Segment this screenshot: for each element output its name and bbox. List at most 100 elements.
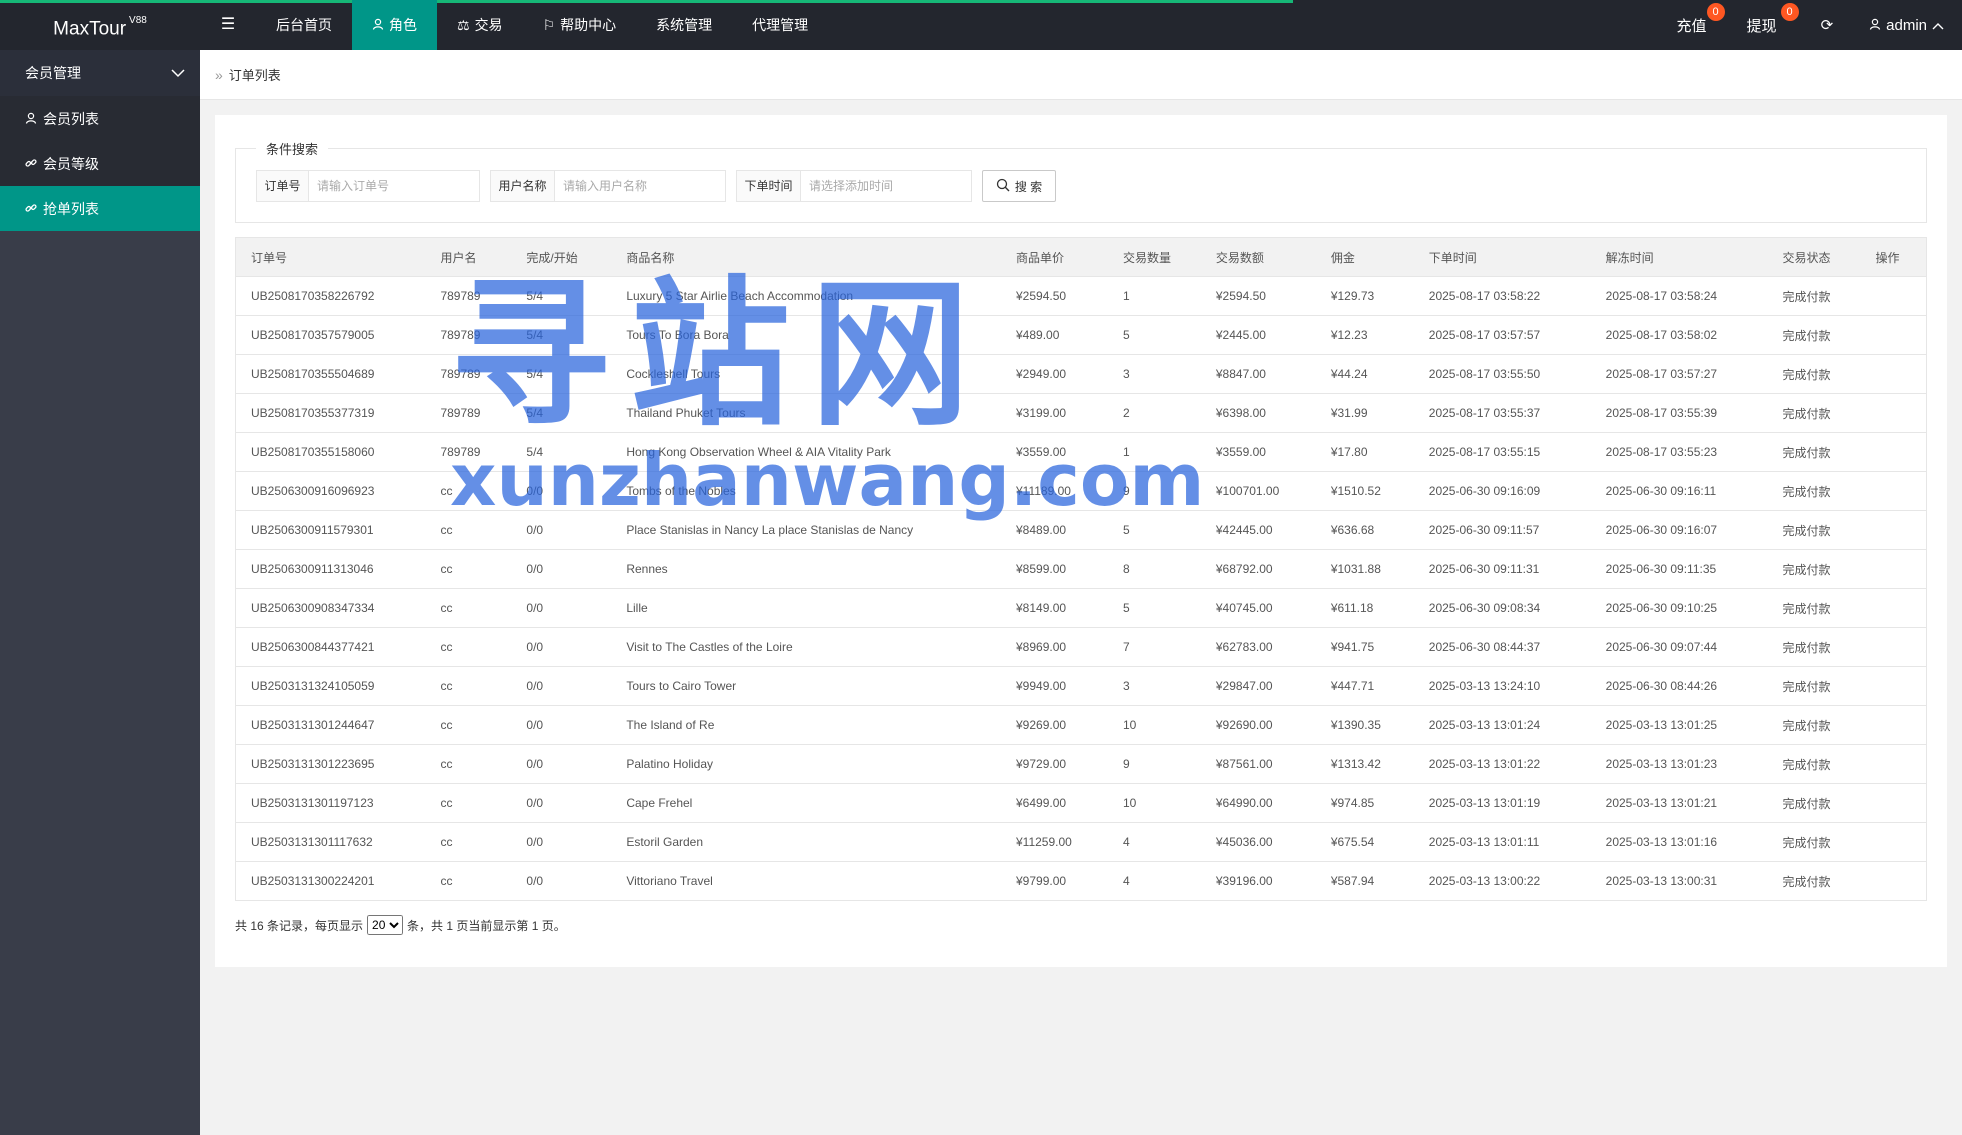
order-time-input[interactable] <box>801 171 971 201</box>
table-cell: 5/4 <box>511 315 612 355</box>
table-cell: cc <box>425 549 512 589</box>
page-size-select[interactable]: 20 <box>367 915 404 935</box>
user-icon <box>25 111 37 127</box>
nav-system[interactable]: 系统管理 <box>636 0 732 50</box>
table-row[interactable]: UB2503131324105059 cc 0/0 Tours to Cairo To… <box>235 666 1928 706</box>
table-cell: cc <box>425 861 512 901</box>
link-icon <box>25 156 37 172</box>
table-cell: 2 <box>1107 393 1201 433</box>
table-cell: 789789 <box>425 393 512 433</box>
table-cell: Lille <box>611 588 1001 628</box>
table-row[interactable]: UB2508170355377319 789789 5/4 Thailand Phuk… <box>235 393 1928 433</box>
refresh-button[interactable]: ⟳ <box>1803 0 1852 50</box>
table-row[interactable]: UB2508170357579005 789789 5/4 Tours To Bora… <box>235 315 1928 355</box>
sidebar-group-members[interactable]: 会员管理 <box>0 50 200 96</box>
table-cell <box>1860 549 1928 589</box>
sidebar-item-member-list[interactable]: 会员列表 <box>0 96 200 141</box>
table-cell <box>1860 315 1928 355</box>
table-row[interactable]: UB2503131301244647 cc 0/0 The Island of Re ¥… <box>235 705 1928 745</box>
app-logo[interactable]: MaxTour V88 <box>0 0 200 50</box>
table-cell: ¥100701.00 <box>1200 471 1316 511</box>
table-cell: ¥129.73 <box>1315 276 1414 316</box>
user-icon <box>1869 17 1881 34</box>
table-cell: ¥1313.42 <box>1315 744 1414 784</box>
table-cell: 5/4 <box>511 276 612 316</box>
table-cell: ¥587.94 <box>1315 861 1414 901</box>
table-row[interactable]: UB2503131301117632 cc 0/0 Estoril Garden ¥11… <box>235 822 1928 862</box>
table-cell: 2025-06-30 09:11:35 <box>1590 549 1768 589</box>
table-cell: 0/0 <box>511 744 612 784</box>
table-row[interactable]: UB2506300911313046 cc 0/0 Rennes ¥8599.00 8 ¥6… <box>235 549 1928 589</box>
table-cell: UB2508170358226792 <box>235 276 426 316</box>
table-header-row: 订单号 用户名 完成/开始 商品名称 商品单价 交易数量 交易数额 佣金 下单时间 解冻时间 交易状… <box>235 237 1928 277</box>
table-cell <box>1860 705 1928 745</box>
table-row[interactable]: UB2508170355158060 789789 5/4 Hong Kong Obs… <box>235 432 1928 472</box>
column-header: 操作 <box>1860 237 1928 277</box>
table-cell: UB2503131324105059 <box>235 666 426 706</box>
table-cell <box>1860 393 1928 433</box>
table-cell: ¥8847.00 <box>1200 354 1316 394</box>
table-cell: ¥68792.00 <box>1200 549 1316 589</box>
table-cell: 2025-06-30 09:11:31 <box>1413 549 1591 589</box>
withdraw-button[interactable]: 提现 0 <box>1729 0 1803 50</box>
column-header: 佣金 <box>1315 237 1414 277</box>
nav-help[interactable]: ⚐ 帮助中心 <box>523 0 637 50</box>
charge-button[interactable]: 充值 0 <box>1659 0 1729 50</box>
search-button[interactable]: 搜 索 <box>982 170 1056 202</box>
table-cell: Rennes <box>611 549 1001 589</box>
table-cell: ¥2594.50 <box>1001 276 1108 316</box>
table-row[interactable]: UB2503131301197123 cc 0/0 Cape Frehel ¥6499.… <box>235 783 1928 823</box>
nav-help-label: 帮助中心 <box>560 17 617 33</box>
table-cell: 1 <box>1107 276 1201 316</box>
menu-toggle-button[interactable]: ☰ <box>200 0 256 50</box>
order-number-input[interactable] <box>309 171 479 201</box>
table-row[interactable]: UB2503131301223695 cc 0/0 Palatino Holiday ¥… <box>235 744 1928 784</box>
nav-trade[interactable]: ⚖ 交易 <box>437 0 523 50</box>
breadcrumb: » 订单列表 <box>200 50 1962 100</box>
sidebar-item-member-level[interactable]: 会员等级 <box>0 141 200 186</box>
table-cell: 3 <box>1107 354 1201 394</box>
table-row[interactable]: UB2503131300224201 cc 0/0 Vittoriano Travel… <box>235 861 1928 901</box>
table-cell: Estoril Garden <box>611 822 1001 862</box>
table-cell: 0/0 <box>511 783 612 823</box>
table-cell: 完成付款 <box>1767 666 1861 706</box>
table-cell: ¥941.75 <box>1315 627 1414 667</box>
table-row[interactable]: UB2506300908347334 cc 0/0 Lille ¥8149.00 5 ¥40… <box>235 588 1928 628</box>
table-cell: 789789 <box>425 354 512 394</box>
table-cell: ¥87561.00 <box>1200 744 1316 784</box>
logo-text: MaxTour <box>53 18 127 40</box>
table-cell: UB2506300911313046 <box>235 549 426 589</box>
table-cell: Thailand Phuket Tours <box>611 393 1001 433</box>
table-cell: 2025-03-13 13:01:23 <box>1590 744 1768 784</box>
table-cell: cc <box>425 744 512 784</box>
table-row[interactable]: UB2508170358226792 789789 5/4 Luxury 5 Star… <box>235 276 1928 316</box>
table-cell: The Island of Re <box>611 705 1001 745</box>
table-row[interactable]: UB2506300844377421 cc 0/0 Visit to The Cast… <box>235 627 1928 667</box>
username-input[interactable] <box>555 171 725 201</box>
table-cell: ¥8599.00 <box>1001 549 1108 589</box>
table-cell: 完成付款 <box>1767 315 1861 355</box>
table-cell: 2025-06-30 09:16:09 <box>1413 471 1591 511</box>
table-cell: 2025-08-17 03:55:15 <box>1413 432 1591 472</box>
table-cell: ¥42445.00 <box>1200 510 1316 550</box>
pager-prefix: 共 16 条记录，每页显示 <box>235 918 364 933</box>
table-row[interactable]: UB2506300916096923 cc 0/0 Tombs of the Nobl… <box>235 471 1928 511</box>
user-menu[interactable]: admin <box>1851 0 1962 50</box>
table-cell <box>1860 510 1928 550</box>
table-cell: 9 <box>1107 744 1201 784</box>
nav-role[interactable]: 角色 <box>352 0 437 50</box>
search-button-label: 搜 索 <box>1014 179 1043 194</box>
table-cell: ¥40745.00 <box>1200 588 1316 628</box>
table-cell: cc <box>425 705 512 745</box>
table-cell: ¥31.99 <box>1315 393 1414 433</box>
table-cell: 0/0 <box>511 510 612 550</box>
sidebar-item-grab-orders[interactable]: 抢单列表 <box>0 186 200 231</box>
table-row[interactable]: UB2506300911579301 cc 0/0 Place Stanislas i… <box>235 510 1928 550</box>
table-row[interactable]: UB2508170355504689 789789 5/4 Cockleshell T… <box>235 354 1928 394</box>
order-time-label: 下单时间 <box>737 171 801 201</box>
table-cell: 9 <box>1107 471 1201 511</box>
table-cell: UB2503131301117632 <box>235 822 426 862</box>
nav-home[interactable]: 后台首页 <box>256 0 352 50</box>
table-cell <box>1860 471 1928 511</box>
nav-agent[interactable]: 代理管理 <box>732 0 828 50</box>
